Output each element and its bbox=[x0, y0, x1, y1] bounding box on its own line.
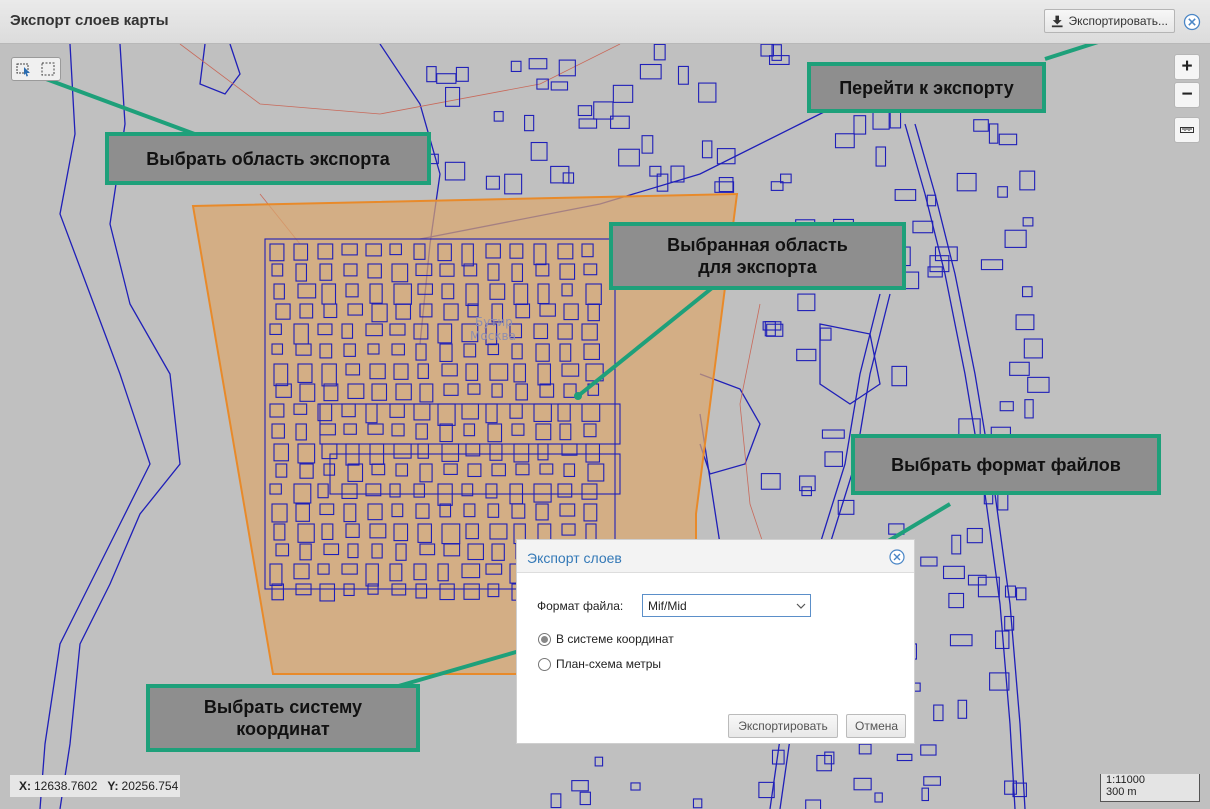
format-label: Формат файла: bbox=[537, 599, 624, 613]
callout-select-crs-line1: Выбрать систему bbox=[203, 697, 363, 717]
measure-button[interactable] bbox=[1174, 117, 1200, 143]
title-bar: Экспорт слоев карты Экспортировать... bbox=[0, 0, 1210, 44]
dialog-export-button[interactable]: Экспортировать bbox=[728, 714, 838, 738]
radio-coords[interactable] bbox=[538, 632, 551, 646]
callout-selected-area: Выбранная область для экспорта bbox=[609, 222, 906, 290]
chevron-down-icon bbox=[796, 603, 806, 609]
zoom-out-button[interactable]: − bbox=[1174, 82, 1200, 108]
callout-selected-area-line1: Выбранная область bbox=[667, 235, 848, 255]
radio-plan-row[interactable]: План-схема метры bbox=[538, 657, 661, 671]
export-top-button[interactable]: Экспортировать... bbox=[1044, 9, 1175, 33]
download-icon bbox=[1051, 15, 1063, 28]
close-window-icon[interactable] bbox=[1183, 13, 1201, 31]
zoom-controls: + − bbox=[1174, 54, 1200, 110]
scale-ratio: 1:11000 bbox=[1106, 774, 1145, 786]
callout-go-export: Перейти к экспорту bbox=[807, 62, 1046, 113]
map-label-1: Бутир bbox=[475, 315, 513, 329]
format-value: Mif/Mid bbox=[648, 598, 687, 613]
dialog-title: Экспорт слоев bbox=[527, 550, 622, 566]
close-dialog-icon[interactable] bbox=[889, 549, 905, 565]
selection-tools bbox=[11, 57, 61, 81]
coordinates-readout: X: 12638.7602 Y: 20256.754 bbox=[10, 775, 180, 797]
callout-selected-area-line2: для экспорта bbox=[698, 257, 817, 277]
radio-coords-row[interactable]: В системе координат bbox=[538, 632, 674, 646]
export-top-button-label: Экспортировать... bbox=[1068, 14, 1168, 28]
export-dialog: Экспорт слоев Формат файла: Mif/Mid В си… bbox=[516, 539, 915, 744]
zoom-in-button[interactable]: + bbox=[1174, 54, 1200, 80]
y-label: Y: bbox=[107, 779, 119, 793]
ruler-icon bbox=[1180, 127, 1194, 133]
dialog-cancel-button[interactable]: Отмена bbox=[846, 714, 906, 738]
y-value: 20256.754 bbox=[121, 779, 179, 793]
window-title: Экспорт слоев карты bbox=[10, 12, 169, 29]
callout-select-format: Выбрать формат файлов bbox=[851, 434, 1161, 495]
callout-select-area: Выбрать область экспорта bbox=[105, 132, 431, 185]
select-area-tool[interactable] bbox=[36, 58, 60, 80]
scale-bar: 1:11000 300 m bbox=[1100, 774, 1200, 802]
callout-go-export-text: Перейти к экспорту bbox=[839, 77, 1014, 98]
x-value: 12638.7602 bbox=[34, 779, 98, 793]
callout-select-area-text: Выбрать область экспорта bbox=[146, 148, 390, 169]
pointer-select-icon bbox=[16, 63, 30, 77]
scale-distance: 300 m bbox=[1106, 786, 1137, 798]
map-label-2: Москва bbox=[470, 329, 516, 343]
radio-plan-label: План-схема метры bbox=[556, 657, 662, 671]
callout-select-crs: Выбрать систему координат bbox=[146, 684, 420, 752]
callout-select-crs-line2: координат bbox=[236, 719, 330, 739]
callout-select-format-text: Выбрать формат файлов bbox=[891, 454, 1121, 475]
x-label: X: bbox=[19, 779, 31, 793]
area-select-icon bbox=[41, 62, 55, 76]
select-pointer-tool[interactable] bbox=[12, 58, 36, 80]
radio-coords-label: В системе координат bbox=[556, 632, 674, 646]
format-select[interactable]: Mif/Mid bbox=[642, 594, 811, 617]
radio-plan[interactable] bbox=[538, 657, 551, 671]
dialog-header: Экспорт слоев bbox=[517, 540, 914, 573]
